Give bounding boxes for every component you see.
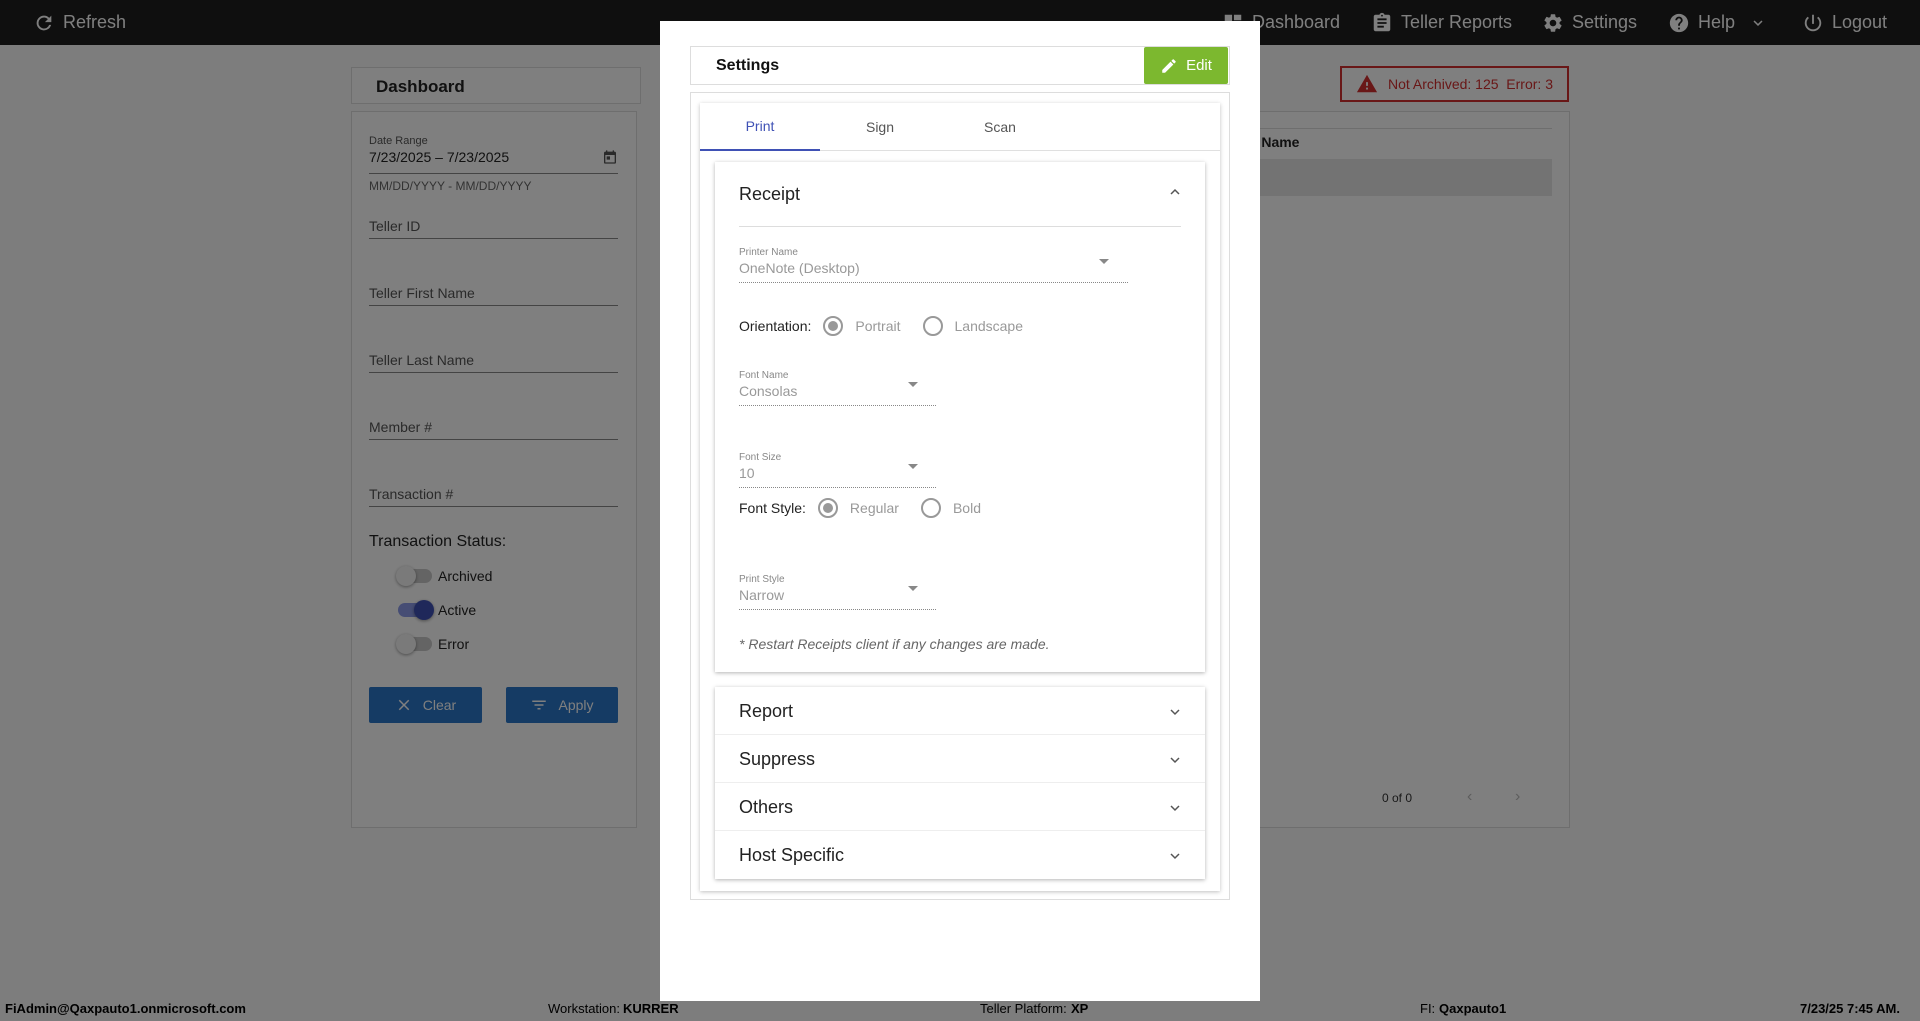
section-suppress-title: Suppress <box>739 749 816 769</box>
chevron-down-icon <box>1167 848 1183 864</box>
settings-modal: Settings Edit Print Sign Scan Receipt Pr… <box>660 21 1260 1001</box>
footer-user: FiAdmin@Qaxpauto1.onmicrosoft.com <box>5 1001 246 1016</box>
footer-timestamp: 7/23/25 7:45 AM. <box>1800 1001 1900 1016</box>
printer-name-label: Printer Name <box>739 247 798 258</box>
settings-tabs: Print Sign Scan <box>700 103 1220 151</box>
print-style-select[interactable]: Print Style Narrow <box>739 574 936 610</box>
footer-platform: XP <box>1071 1001 1089 1016</box>
dropdown-caret-icon <box>908 382 918 387</box>
tab-print[interactable]: Print <box>700 103 820 151</box>
receipt-panel: Receipt Printer Name OneNote (Desktop) O… <box>715 162 1205 672</box>
dropdown-caret-icon <box>908 586 918 591</box>
orientation-label: Orientation: <box>739 318 812 334</box>
chevron-up-icon[interactable] <box>1167 184 1183 200</box>
dropdown-caret-icon <box>1099 259 1109 264</box>
edit-button[interactable]: Edit <box>1144 47 1228 84</box>
receipt-divider <box>739 226 1181 227</box>
section-others-title: Others <box>739 797 794 817</box>
orientation-group: Orientation: Portrait Landscape <box>739 316 1045 336</box>
bold-radio[interactable] <box>920 498 941 518</box>
bold-label: Bold <box>952 500 981 516</box>
collapsed-sections: Report Suppress Others Host Specific <box>715 687 1205 879</box>
footer-fi-label: FI: <box>1420 1001 1436 1016</box>
landscape-radio[interactable] <box>922 316 943 336</box>
section-suppress[interactable]: Suppress <box>715 735 1205 783</box>
section-host-specific-title: Host Specific <box>739 845 845 865</box>
section-host-specific[interactable]: Host Specific <box>715 831 1205 879</box>
landscape-label: Landscape <box>954 318 1024 334</box>
section-report[interactable]: Report <box>715 687 1205 735</box>
modal-title: Settings <box>716 57 780 74</box>
footer-platform-label: Teller Platform: <box>980 1001 1067 1016</box>
font-name-label: Font Name <box>739 370 789 381</box>
portrait-label: Portrait <box>855 318 901 334</box>
font-size-value: 10 <box>739 465 755 481</box>
dropdown-caret-icon <box>908 464 918 469</box>
tab-sign[interactable]: Sign <box>820 103 940 151</box>
font-style-group: Font Style: Regular Bold <box>739 498 1003 518</box>
tab-scan[interactable]: Scan <box>940 103 1060 151</box>
footer-workstation-label: Workstation: <box>548 1001 621 1016</box>
chevron-down-icon <box>1167 704 1183 720</box>
printer-name-value: OneNote (Desktop) <box>739 260 860 276</box>
print-style-label: Print Style <box>739 574 785 585</box>
section-report-title: Report <box>739 701 794 721</box>
restart-note: * Restart Receipts client if any changes… <box>739 636 1050 652</box>
chevron-down-icon <box>1167 752 1183 768</box>
receipt-title[interactable]: Receipt <box>739 184 800 205</box>
section-others[interactable]: Others <box>715 783 1205 831</box>
font-name-select[interactable]: Font Name Consolas <box>739 370 936 406</box>
font-size-label: Font Size <box>739 452 782 463</box>
footer-workstation: KURRER <box>623 1001 679 1016</box>
regular-radio[interactable] <box>817 498 838 518</box>
edit-label: Edit <box>1186 57 1212 74</box>
regular-label: Regular <box>849 500 899 516</box>
chevron-down-icon <box>1167 800 1183 816</box>
font-style-label: Font Style: <box>739 500 806 516</box>
pencil-icon <box>1162 58 1176 73</box>
portrait-radio[interactable] <box>823 316 844 336</box>
font-name-value: Consolas <box>739 383 798 399</box>
printer-name-select[interactable]: Printer Name OneNote (Desktop) <box>739 247 1128 283</box>
print-style-value: Narrow <box>739 587 785 603</box>
font-size-select[interactable]: Font Size 10 <box>739 452 936 488</box>
footer-fi: Qaxpauto1 <box>1439 1001 1507 1016</box>
